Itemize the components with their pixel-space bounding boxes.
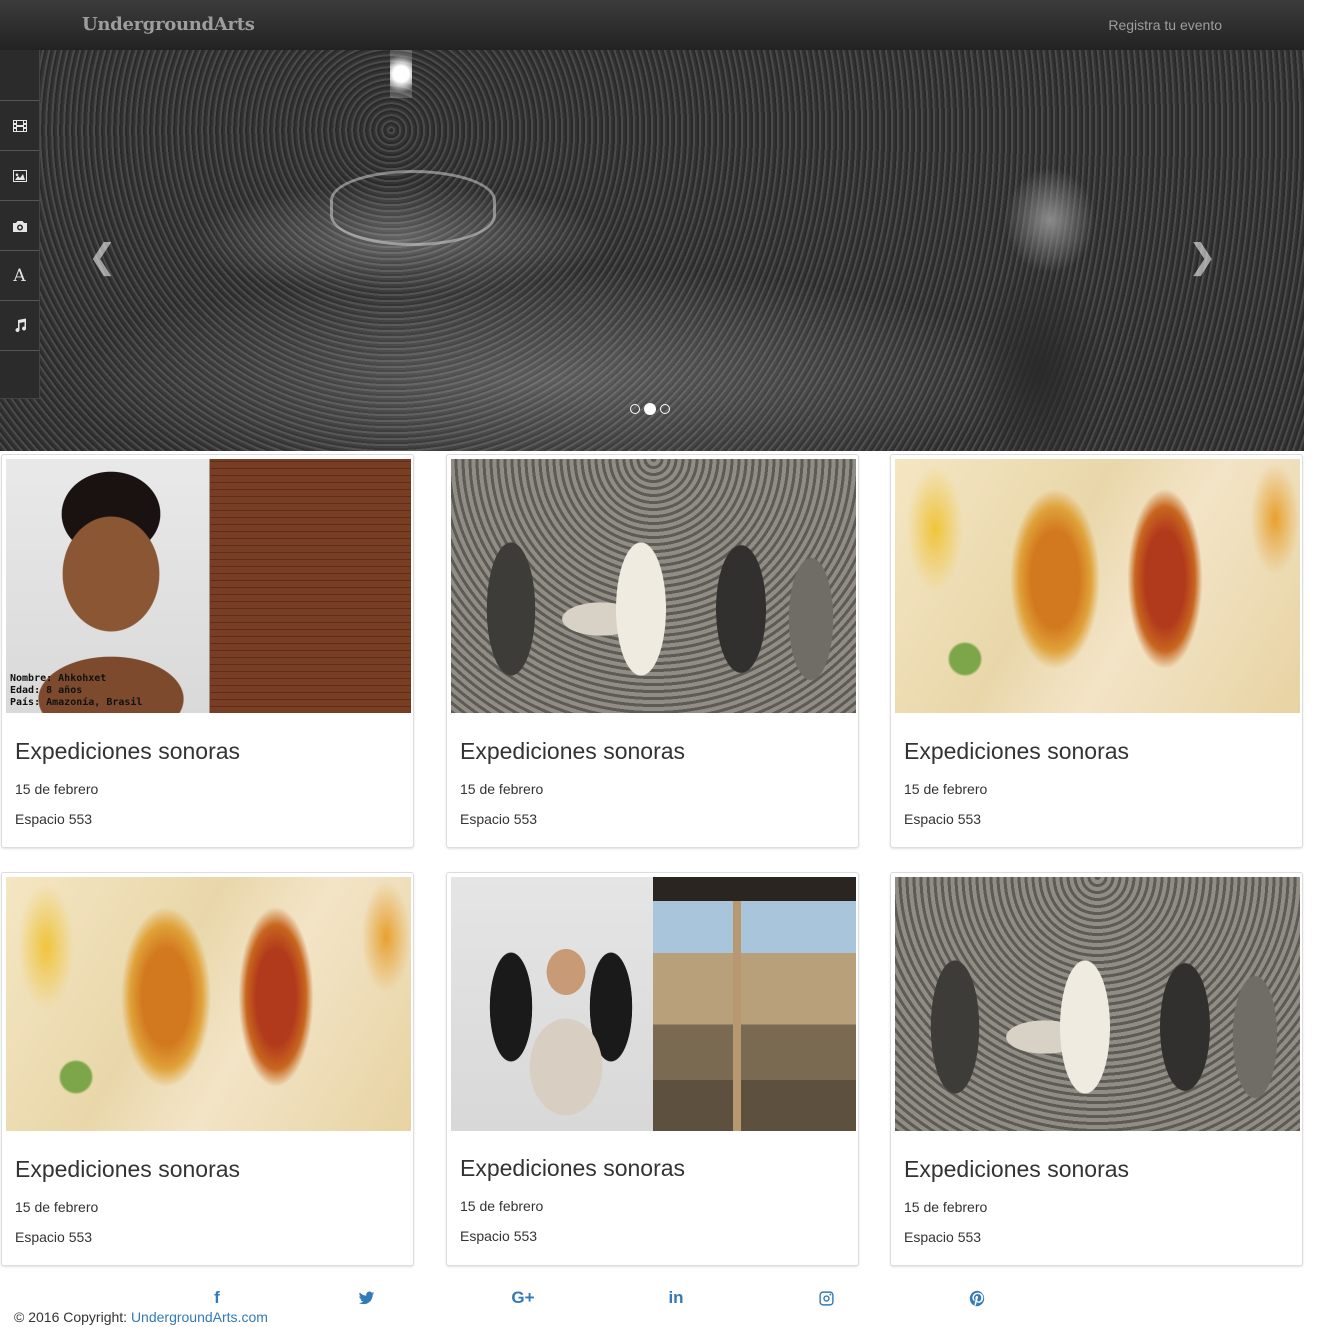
carousel-indicator[interactable] xyxy=(660,404,670,414)
google-plus-icon[interactable]: G+ xyxy=(509,1287,537,1309)
copyright-link[interactable]: UndergroundArts.com xyxy=(131,1309,268,1325)
chevron-left-icon[interactable]: ❮ xyxy=(88,240,117,274)
event-image xyxy=(451,459,856,713)
hero-carousel: ❮ ❯ xyxy=(0,50,1304,451)
event-image: Nombre: Ahkohxet Edad: 8 años País: Amaz… xyxy=(6,459,411,713)
event-title[interactable]: Expediciones sonoras xyxy=(904,738,1129,765)
sidebar-item-music[interactable] xyxy=(0,300,39,350)
event-card[interactable]: Expediciones sonoras 15 de febrero Espac… xyxy=(446,454,859,848)
twitter-icon[interactable] xyxy=(355,1287,377,1309)
event-venue: Espacio 553 xyxy=(15,1229,93,1245)
event-card[interactable]: Expediciones sonoras 15 de febrero Espac… xyxy=(1,872,414,1266)
sidebar-empty-slot xyxy=(0,350,39,398)
brand-logo[interactable]: UndergroundArts xyxy=(82,14,255,35)
image-icon xyxy=(12,169,27,182)
event-venue: Espacio 553 xyxy=(904,811,982,827)
copyright-text: © 2016 Copyright: xyxy=(14,1309,128,1325)
sidebar-item-film[interactable] xyxy=(0,100,39,150)
social-links: f G+ in xyxy=(0,1287,1304,1309)
chevron-right-icon[interactable]: ❯ xyxy=(1188,240,1217,274)
event-venue: Espacio 553 xyxy=(904,1229,982,1245)
event-image xyxy=(451,877,856,1131)
performer-silhouette xyxy=(930,160,1160,451)
camera-icon xyxy=(12,220,27,232)
event-date: 15 de febrero xyxy=(904,781,988,797)
landscape-half xyxy=(653,877,856,1131)
event-card[interactable]: Expediciones sonoras 15 de febrero Espac… xyxy=(446,872,859,1266)
event-card[interactable]: Expediciones sonoras 15 de febrero Espac… xyxy=(890,454,1303,848)
event-card[interactable]: Nombre: Ahkohxet Edad: 8 años País: Amaz… xyxy=(1,454,414,848)
event-date: 15 de febrero xyxy=(460,1198,544,1214)
top-navbar: UndergroundArts Registra tu evento xyxy=(0,0,1304,51)
facebook-icon[interactable]: f xyxy=(206,1287,228,1309)
portrait-half xyxy=(451,877,653,1131)
event-image xyxy=(6,877,411,1131)
stage-light xyxy=(390,50,412,98)
sidebar-item-image[interactable] xyxy=(0,150,39,200)
event-venue: Espacio 553 xyxy=(460,1228,538,1244)
event-image xyxy=(895,459,1300,713)
event-date: 15 de febrero xyxy=(15,781,99,797)
register-event-link[interactable]: Registra tu evento xyxy=(1108,17,1222,33)
event-title[interactable]: Expediciones sonoras xyxy=(460,738,685,765)
carousel-indicator[interactable] xyxy=(630,404,640,414)
copyright: © 2016 Copyright: UndergroundArts.com xyxy=(14,1309,268,1325)
event-venue: Espacio 553 xyxy=(15,811,93,827)
film-icon xyxy=(12,119,27,132)
stage-ring xyxy=(330,170,496,246)
event-date: 15 de febrero xyxy=(460,781,544,797)
carousel-indicators xyxy=(630,403,670,415)
instagram-icon[interactable] xyxy=(815,1287,837,1309)
event-date: 15 de febrero xyxy=(904,1199,988,1215)
pinterest-icon[interactable] xyxy=(966,1287,988,1309)
linkedin-icon[interactable]: in xyxy=(665,1287,687,1309)
event-card[interactable]: Expediciones sonoras 15 de febrero Espac… xyxy=(890,872,1303,1266)
category-sidebar: A xyxy=(0,50,40,399)
event-image xyxy=(895,877,1300,1131)
event-venue: Espacio 553 xyxy=(460,811,538,827)
event-title[interactable]: Expediciones sonoras xyxy=(460,1155,685,1182)
music-icon xyxy=(15,318,26,332)
image-caption: Nombre: Ahkohxet Edad: 8 años País: Amaz… xyxy=(10,673,143,708)
event-date: 15 de febrero xyxy=(15,1199,99,1215)
sidebar-item-font[interactable]: A xyxy=(0,250,39,300)
carousel-indicator-active[interactable] xyxy=(644,403,656,415)
event-title[interactable]: Expediciones sonoras xyxy=(904,1156,1129,1183)
sidebar-item-camera[interactable] xyxy=(0,200,39,250)
event-title[interactable]: Expediciones sonoras xyxy=(15,1156,240,1183)
font-icon: A xyxy=(13,265,26,286)
event-title[interactable]: Expediciones sonoras xyxy=(15,738,240,765)
